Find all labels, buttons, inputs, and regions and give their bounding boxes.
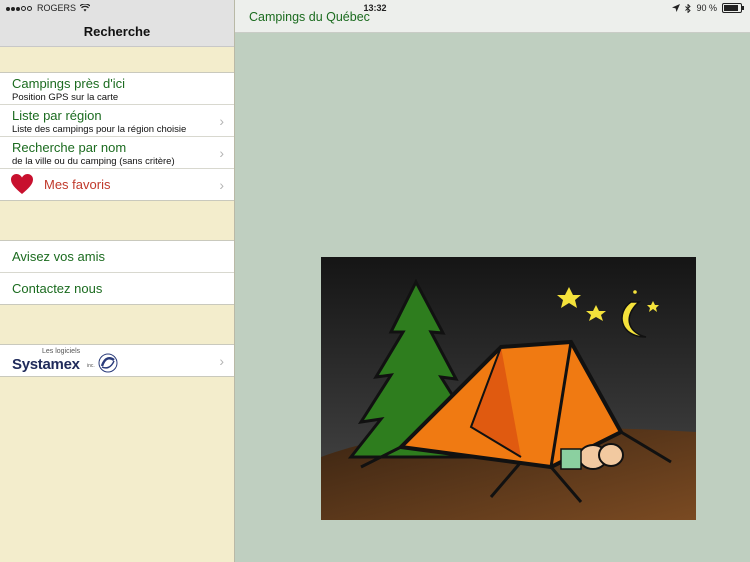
region-list-subtitle: Liste des campings pour la région choisi… xyxy=(12,124,187,135)
bluetooth-icon xyxy=(685,3,692,13)
systamex-logo: Les logiciels Systamex inc. xyxy=(12,348,132,373)
battery-label: 90 % xyxy=(696,3,717,13)
region-list-item[interactable]: Liste par région Liste des campings pour… xyxy=(0,105,234,137)
clock: 13:32 xyxy=(363,3,387,13)
favorites-label: Mes favoris xyxy=(44,177,111,192)
name-search-item[interactable]: Recherche par nom de la ville ou du camp… xyxy=(0,137,234,169)
logo-inc-text: inc. xyxy=(87,363,95,369)
name-search-title: Recherche par nom xyxy=(12,140,127,155)
camping-tent-illustration xyxy=(321,257,696,520)
nearby-campings-subtitle: Position GPS sur la carte xyxy=(12,92,119,103)
social-group: Avisez vos amis Contactez nous xyxy=(0,240,234,305)
battery-icon xyxy=(722,3,744,13)
chevron-right-icon: › xyxy=(219,353,224,369)
sidebar: Recherche Campings près d'ici Position G… xyxy=(0,0,235,562)
location-arrow-icon xyxy=(672,4,681,12)
favorites-item[interactable]: Mes favoris › xyxy=(0,169,234,200)
name-search-subtitle: de la ville ou du camping (sans critère) xyxy=(12,156,175,167)
company-group: Les logiciels Systamex inc. › xyxy=(0,344,234,377)
logo-small-text: Les logiciels xyxy=(42,348,81,355)
nearby-campings-item[interactable]: Campings près d'ici Position GPS sur la … xyxy=(0,73,234,105)
tell-friends-label: Avisez vos amis xyxy=(12,249,105,264)
systamex-item[interactable]: Les logiciels Systamex inc. › xyxy=(0,345,234,376)
chevron-right-icon: › xyxy=(219,113,224,129)
contact-us-item[interactable]: Contactez nous xyxy=(0,273,234,304)
status-bar: ROGERS 13:32 90 % xyxy=(0,0,750,16)
region-list-title: Liste par région xyxy=(12,108,102,123)
search-options-group: Campings près d'ici Position GPS sur la … xyxy=(0,72,234,201)
chevron-right-icon: › xyxy=(219,145,224,161)
heart-icon xyxy=(11,174,33,194)
logo-big-text: Systamex xyxy=(12,356,80,373)
systamex-emblem-icon xyxy=(98,353,118,373)
nearby-campings-title: Campings près d'ici xyxy=(12,76,126,91)
status-right: 90 % xyxy=(672,3,744,13)
contact-us-label: Contactez nous xyxy=(12,281,103,296)
chevron-right-icon: › xyxy=(219,177,224,193)
tell-friends-item[interactable]: Avisez vos amis xyxy=(0,241,234,273)
sidebar-title: Recherche xyxy=(83,24,151,39)
